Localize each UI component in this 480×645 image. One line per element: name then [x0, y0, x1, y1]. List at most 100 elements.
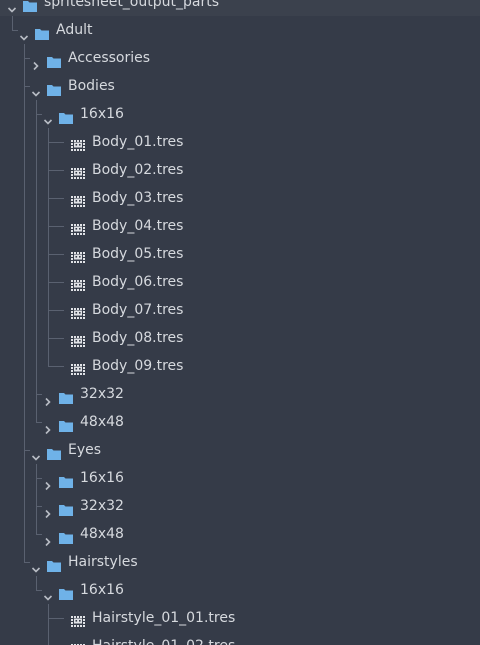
folder-item[interactable]: Eyes — [0, 436, 480, 464]
tree-guide-line — [24, 128, 25, 156]
chevron-right-icon[interactable] — [43, 529, 53, 547]
tree-item-label: Hairstyles — [68, 554, 138, 570]
file-item[interactable]: Body_05.tres — [0, 240, 480, 268]
tree-branch-line — [48, 198, 64, 199]
tree-item-label: Accessories — [68, 50, 151, 66]
resource-file-icon — [70, 219, 86, 235]
folder-icon — [58, 471, 74, 488]
chevron-down-icon[interactable] — [31, 557, 41, 573]
resource-file-icon — [70, 275, 86, 291]
tree-branch-line — [48, 366, 64, 367]
tree-branch-line — [48, 618, 64, 619]
folder-item[interactable]: 16x16 — [0, 464, 480, 492]
tree-branch-line — [36, 114, 42, 115]
file-item[interactable]: Body_08.tres — [0, 324, 480, 352]
tree-item-label: spritesheet_output_parts — [44, 0, 219, 10]
folder-icon — [46, 555, 62, 572]
tree-branch-line — [36, 506, 42, 507]
tree-item-label: Body_05.tres — [92, 246, 184, 262]
folder-icon — [58, 499, 74, 516]
chevron-down-icon[interactable] — [43, 109, 53, 125]
tree-guide-line — [36, 156, 37, 184]
resource-file-icon — [70, 135, 86, 151]
file-item[interactable]: Body_06.tres — [0, 268, 480, 296]
tree-branch-line — [24, 562, 30, 563]
tree-branch-line — [48, 310, 64, 311]
chevron-right-icon[interactable] — [43, 473, 53, 491]
folder-item[interactable]: 48x48 — [0, 408, 480, 436]
tree-guide-line — [24, 380, 25, 408]
chevron-right-icon[interactable] — [43, 389, 53, 407]
file-item[interactable]: Hairstyle_01_01.tres — [0, 604, 480, 632]
tree-guide-line — [24, 184, 25, 212]
folder-item[interactable]: 32x32 — [0, 492, 480, 520]
chevron-down-icon[interactable] — [43, 585, 53, 601]
chevron-right-icon[interactable] — [31, 53, 41, 71]
file-item[interactable]: Body_04.tres — [0, 212, 480, 240]
file-item[interactable]: Body_02.tres — [0, 156, 480, 184]
tree-item-label: Hairstyle_01_01.tres — [92, 610, 236, 626]
file-item[interactable]: Hairstyle_01_02.tres — [0, 632, 480, 645]
folder-item[interactable]: Bodies — [0, 72, 480, 100]
file-tree: spritesheet_output_parts Adult Accessories… — [0, 0, 480, 645]
tree-guide-line — [24, 212, 25, 240]
file-item[interactable]: Body_03.tres — [0, 184, 480, 212]
folder-item[interactable]: 16x16 — [0, 576, 480, 604]
tree-guide-line — [24, 408, 25, 436]
folder-icon — [22, 0, 38, 12]
folder-item[interactable]: Adult — [0, 16, 480, 44]
folder-item[interactable]: 16x16 — [0, 100, 480, 128]
tree-branch-line — [36, 422, 42, 423]
tree-guide-line — [36, 268, 37, 296]
tree-item-label: 16x16 — [80, 106, 124, 122]
tree-branch-line — [24, 86, 30, 87]
chevron-right-icon[interactable] — [43, 501, 53, 519]
resource-file-icon — [70, 331, 86, 347]
tree-item-label: 32x32 — [80, 386, 124, 402]
tree-branch-line — [48, 226, 64, 227]
chevron-down-icon[interactable] — [7, 0, 17, 13]
tree-branch-line — [48, 170, 64, 171]
resource-file-icon — [70, 303, 86, 319]
resource-file-icon — [70, 639, 86, 645]
chevron-right-icon[interactable] — [43, 417, 53, 435]
resource-file-icon — [70, 247, 86, 263]
file-item[interactable]: Body_01.tres — [0, 128, 480, 156]
tree-guide-line — [36, 212, 37, 240]
tree-item-label: Adult — [56, 22, 93, 38]
tree-branch-line — [36, 478, 42, 479]
folder-item[interactable]: 32x32 — [0, 380, 480, 408]
tree-item-label: 48x48 — [80, 414, 124, 430]
tree-guide-line — [24, 548, 25, 562]
chevron-down-icon[interactable] — [19, 25, 29, 41]
folder-icon — [46, 79, 62, 96]
tree-guide-line — [36, 408, 37, 422]
file-item[interactable]: Body_09.tres — [0, 352, 480, 380]
folder-item[interactable]: 48x48 — [0, 520, 480, 548]
tree-guide-line — [12, 16, 13, 30]
tree-branch-line — [24, 58, 30, 59]
resource-file-icon — [70, 611, 86, 627]
file-item[interactable]: Body_07.tres — [0, 296, 480, 324]
tree-item-label: 32x32 — [80, 498, 124, 514]
folder-item[interactable]: Accessories — [0, 44, 480, 72]
tree-item-label: Hairstyle_01_02.tres — [92, 632, 235, 645]
tree-item-label: Body_02.tres — [92, 162, 184, 178]
tree-item-label: 16x16 — [80, 470, 124, 486]
tree-item-label: Body_08.tres — [92, 330, 184, 346]
tree-item-label: Body_07.tres — [92, 302, 184, 318]
tree-guide-line — [36, 324, 37, 352]
chevron-down-icon[interactable] — [31, 445, 41, 461]
tree-guide-line — [24, 156, 25, 184]
tree-branch-line — [48, 254, 64, 255]
tree-branch-line — [24, 450, 30, 451]
tree-guide-line — [36, 128, 37, 156]
tree-item-label: Body_06.tres — [92, 274, 184, 290]
folder-item[interactable]: Hairstyles — [0, 548, 480, 576]
chevron-down-icon[interactable] — [31, 81, 41, 97]
folder-item[interactable]: spritesheet_output_parts — [0, 0, 480, 16]
tree-guide-line — [24, 296, 25, 324]
tree-guide-line — [36, 296, 37, 324]
tree-guide-line — [24, 520, 25, 548]
tree-guide-line — [24, 352, 25, 380]
